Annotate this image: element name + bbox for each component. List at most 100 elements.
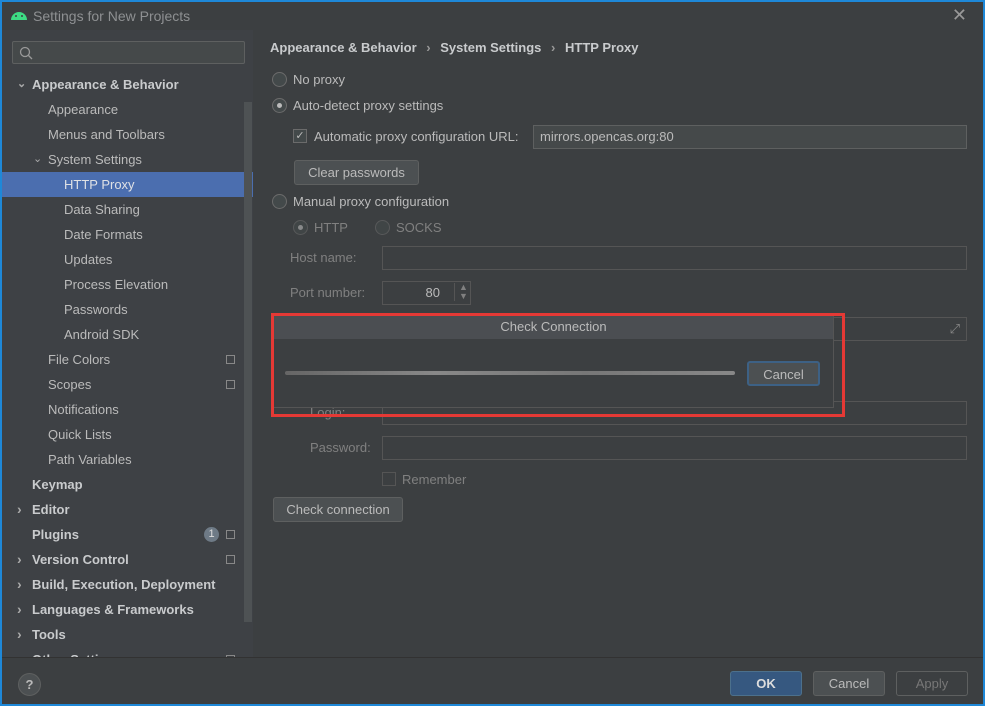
auto-url-label: Automatic proxy configuration URL: xyxy=(314,129,519,144)
no-proxy-label: No proxy xyxy=(293,72,346,87)
host-name-label: Host name: xyxy=(290,250,357,265)
manual-proxy-label: Manual proxy configuration xyxy=(293,194,450,209)
project-copy-icon xyxy=(226,555,235,564)
clear-passwords-button[interactable]: Clear passwords xyxy=(294,160,419,185)
sidebar-item[interactable]: › Version Control xyxy=(2,547,244,572)
chevron-down-icon[interactable]: ⌄ xyxy=(17,72,26,97)
sidebar-item-label: Android SDK xyxy=(64,327,140,342)
sidebar-item[interactable]: Notifications xyxy=(2,397,244,422)
sidebar-item-label: Other Settings xyxy=(32,647,122,657)
sidebar-item-label: Date Formats xyxy=(64,227,143,242)
breadcrumb-item[interactable]: Appearance & Behavior xyxy=(270,40,417,55)
project-copy-icon xyxy=(226,380,235,389)
search-input[interactable] xyxy=(12,41,245,64)
sidebar-item-label: Plugins xyxy=(32,527,79,542)
sidebar-item[interactable]: Process Elevation xyxy=(2,272,244,297)
chevron-right-icon[interactable]: › xyxy=(17,597,22,622)
http-radio[interactable] xyxy=(293,220,308,235)
sidebar: ⌄ Appearance & Behavior Appearance Menus an… xyxy=(2,30,253,657)
sidebar-item[interactable]: ⌄ System Settings xyxy=(2,147,244,172)
sidebar-item-label: Updates xyxy=(64,252,113,267)
sidebar-item-label: Editor xyxy=(32,502,70,517)
sidebar-item[interactable]: ⌄ Appearance & Behavior xyxy=(2,72,244,97)
sidebar-item[interactable]: › Languages & Frameworks xyxy=(2,597,244,622)
sidebar-item[interactable]: Passwords xyxy=(2,297,244,322)
host-name-input[interactable] xyxy=(382,246,967,270)
sidebar-item[interactable]: › Build, Execution, Deployment xyxy=(2,572,244,597)
close-icon[interactable]: ✕ xyxy=(952,5,967,26)
auto-detect-radio[interactable] xyxy=(272,98,287,113)
breadcrumb-item: HTTP Proxy xyxy=(565,40,639,55)
project-copy-icon xyxy=(226,530,235,539)
chevron-right-icon[interactable]: › xyxy=(17,622,22,647)
sidebar-item[interactable]: Scopes xyxy=(2,372,244,397)
sidebar-item[interactable]: Plugins 1 xyxy=(2,522,244,547)
apply-button[interactable]: Apply xyxy=(896,671,968,696)
sidebar-item[interactable]: Android SDK xyxy=(2,322,244,347)
remember-checkbox[interactable] xyxy=(382,472,396,486)
manual-proxy-radio[interactable] xyxy=(272,194,287,209)
breadcrumb: Appearance & Behavior › System Settings … xyxy=(270,40,639,55)
auto-url-input[interactable]: mirrors.opencas.org:80 xyxy=(533,125,967,149)
sidebar-item[interactable]: Data Sharing xyxy=(2,197,244,222)
chevron-right-icon[interactable]: › xyxy=(17,647,22,657)
password-input[interactable] xyxy=(382,436,967,460)
sidebar-item[interactable]: Date Formats xyxy=(2,222,244,247)
sidebar-item[interactable]: › Editor xyxy=(2,497,244,522)
chevron-right-icon[interactable]: › xyxy=(17,547,22,572)
highlight-box xyxy=(271,313,845,417)
sidebar-item[interactable]: Menus and Toolbars xyxy=(2,122,244,147)
sidebar-item[interactable]: Appearance xyxy=(2,97,244,122)
sidebar-item[interactable]: Updates xyxy=(2,247,244,272)
spinner-arrows-icon[interactable]: ▲ ▼ xyxy=(454,283,468,301)
sidebar-item-label: Quick Lists xyxy=(48,427,112,442)
socks-label: SOCKS xyxy=(396,220,442,235)
sidebar-item-label: Process Elevation xyxy=(64,277,169,292)
remember-label: Remember xyxy=(402,472,467,487)
sidebar-item[interactable]: Quick Lists xyxy=(2,422,244,447)
main-panel: Appearance & Behavior › System Settings … xyxy=(253,30,983,657)
breadcrumb-item[interactable]: System Settings xyxy=(440,40,541,55)
chevron-right-icon[interactable]: › xyxy=(17,572,22,597)
ok-button[interactable]: OK xyxy=(730,671,802,696)
sidebar-item-label: System Settings xyxy=(48,152,142,167)
check-connection-button[interactable]: Check connection xyxy=(273,497,403,522)
sidebar-item[interactable]: › Other Settings xyxy=(2,647,244,657)
auto-url-checkbox[interactable]: ✓ xyxy=(293,129,307,143)
sidebar-item-label: Tools xyxy=(32,627,66,642)
window-title: Settings for New Projects xyxy=(33,8,191,24)
sidebar-item-label: HTTP Proxy xyxy=(64,177,135,192)
sidebar-item[interactable]: File Colors xyxy=(2,347,244,372)
chevron-down-icon[interactable]: ⌄ xyxy=(33,147,42,172)
sidebar-item[interactable]: HTTP Proxy xyxy=(2,172,253,197)
sidebar-item-label: Notifications xyxy=(48,402,119,417)
sidebar-item-label: Data Sharing xyxy=(64,202,140,217)
sidebar-item-label: Keymap xyxy=(32,477,83,492)
cancel-button[interactable]: Cancel xyxy=(813,671,885,696)
help-button[interactable]: ? xyxy=(18,673,41,696)
sidebar-item-label: Languages & Frameworks xyxy=(32,602,194,617)
sidebar-item-label: Appearance xyxy=(48,102,119,117)
sidebar-item-label: Passwords xyxy=(64,302,128,317)
sidebar-item[interactable]: › Tools xyxy=(2,622,244,647)
password-label: Password: xyxy=(310,440,371,455)
socks-radio[interactable] xyxy=(375,220,390,235)
port-number-label: Port number: xyxy=(290,285,366,300)
no-proxy-for-input[interactable]: ⤢ xyxy=(833,317,967,341)
auto-detect-label: Auto-detect proxy settings xyxy=(293,98,444,113)
sidebar-item-label: File Colors xyxy=(48,352,111,367)
android-icon xyxy=(11,12,27,20)
sidebar-scrollbar[interactable] xyxy=(244,102,252,622)
sidebar-item-label: Build, Execution, Deployment xyxy=(32,577,216,592)
expand-icon[interactable]: ⤢ xyxy=(950,318,960,340)
sidebar-item-label: Version Control xyxy=(32,552,129,567)
sidebar-item[interactable]: Keymap xyxy=(2,472,244,497)
update-badge: 1 xyxy=(204,527,219,542)
sidebar-item[interactable]: Path Variables xyxy=(2,447,244,472)
chevron-right-icon[interactable]: › xyxy=(17,497,22,522)
project-copy-icon xyxy=(226,355,235,364)
search-icon xyxy=(19,46,33,60)
sidebar-item-label: Scopes xyxy=(48,377,92,392)
no-proxy-radio[interactable] xyxy=(272,72,287,87)
settings-window: Settings for New Projects ✕ ⌄ Appearance … xyxy=(2,2,983,704)
